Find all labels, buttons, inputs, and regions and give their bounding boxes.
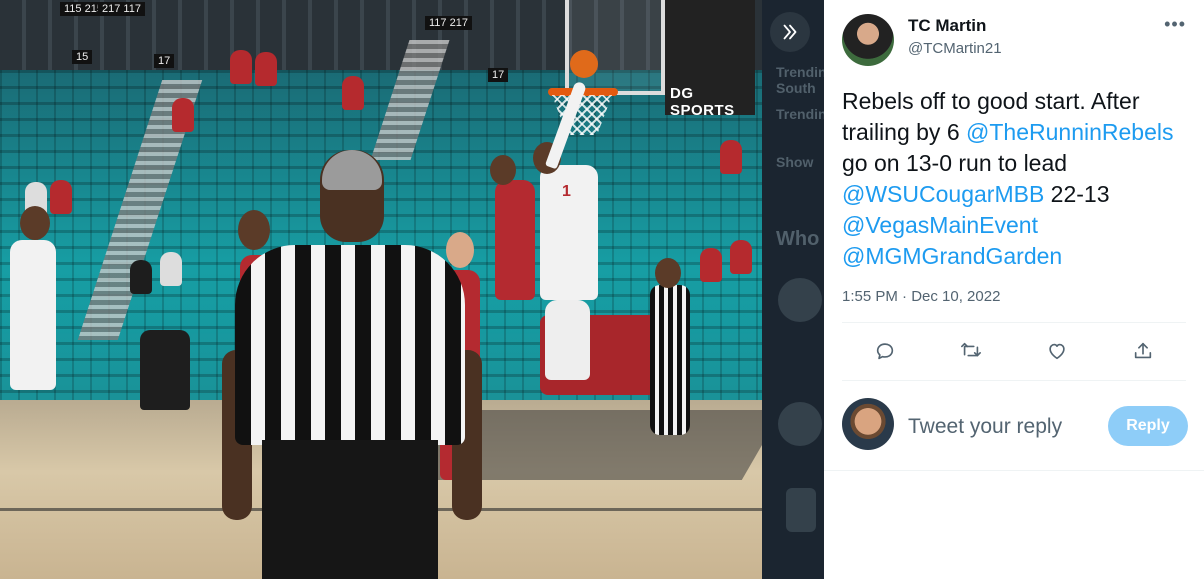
ghost-avatar (778, 278, 822, 322)
player-white (10, 240, 56, 390)
backboard (565, 0, 665, 95)
ghost-text: Who (776, 228, 820, 250)
retweet-button[interactable] (951, 331, 991, 371)
spectator (160, 252, 182, 286)
heart-icon (1049, 343, 1065, 360)
section-label: 17 (488, 68, 509, 82)
section-label: 15 (72, 50, 93, 64)
mention-link[interactable]: @TheRunninRebels (966, 119, 1173, 145)
spectator (342, 76, 364, 110)
author-name[interactable]: TC Martin (908, 16, 986, 36)
mention-link[interactable]: @WSUCougarMBB (842, 181, 1044, 207)
tweet-detail-panel: TC Martin @TCMartin21 ••• Rebels off to … (824, 0, 1204, 579)
section-label: 217 117 (98, 2, 145, 16)
ghost-avatar (778, 402, 822, 446)
spectator (230, 50, 252, 84)
like-button[interactable] (1037, 331, 1077, 371)
basketball (570, 50, 598, 78)
share-icon (1134, 342, 1152, 359)
spectator (730, 240, 752, 274)
spectator (700, 248, 722, 282)
tweet-actions (842, 328, 1186, 374)
tweet-photo[interactable]: 115 215 217 117 117 217 15 17 17 DG SPOR… (0, 0, 762, 579)
tweet-timestamp[interactable]: 1:55 PM · Dec 10, 2022 (842, 288, 1000, 305)
referee-shirt (235, 245, 465, 445)
expand-panel-button[interactable] (770, 12, 810, 52)
player-head (20, 206, 50, 240)
mention-link[interactable]: @MGMGrandGarden (842, 243, 1062, 269)
player-red (495, 180, 535, 300)
author-handle[interactable]: @TCMartin21 (908, 40, 1002, 57)
player-head (446, 232, 474, 268)
ghost-text: Show (776, 154, 814, 170)
reply-icon (876, 343, 894, 360)
ghost-text: South (776, 80, 816, 96)
tweet-text: Rebels off to good start. After trailing… (842, 86, 1192, 272)
player-legs (545, 300, 590, 380)
tweet-text-part: 22-13 (1044, 181, 1110, 207)
current-user-avatar (842, 398, 894, 450)
referee-head (655, 258, 681, 288)
referee-pants (262, 440, 438, 579)
coach (140, 330, 190, 410)
spectator (720, 140, 742, 174)
divider (824, 470, 1204, 471)
reply-input[interactable] (908, 410, 1104, 444)
referee-background (650, 285, 690, 435)
spectator (172, 98, 194, 132)
section-label: 17 (154, 54, 175, 68)
author-avatar[interactable] (842, 14, 894, 66)
ghost-text: Trendin (776, 106, 827, 122)
spectator (130, 260, 152, 294)
more-horizontal-icon[interactable]: ••• (1164, 14, 1186, 35)
player-head (238, 210, 270, 250)
ghost-avatar (786, 488, 816, 532)
divider (842, 380, 1186, 381)
reply-submit-button[interactable]: Reply (1108, 406, 1188, 446)
ghost-text: Trendin (776, 64, 827, 80)
spectator (255, 52, 277, 86)
player-white-dunking: 1 (540, 165, 598, 300)
section-label: 117 217 (425, 16, 472, 30)
reply-button[interactable] (865, 331, 905, 371)
mention-link[interactable]: @VegasMainEvent (842, 212, 1038, 238)
jersey-number: 1 (562, 183, 571, 200)
tweet-text-part: go on 13-0 run to lead (842, 150, 1068, 176)
spectator (50, 180, 72, 214)
chevrons-right-icon (783, 24, 797, 40)
player-head (490, 155, 516, 185)
sponsor-text: DG SPORTS (670, 85, 735, 119)
share-button[interactable] (1123, 331, 1163, 371)
divider (842, 322, 1186, 323)
retweet-icon (961, 342, 981, 357)
